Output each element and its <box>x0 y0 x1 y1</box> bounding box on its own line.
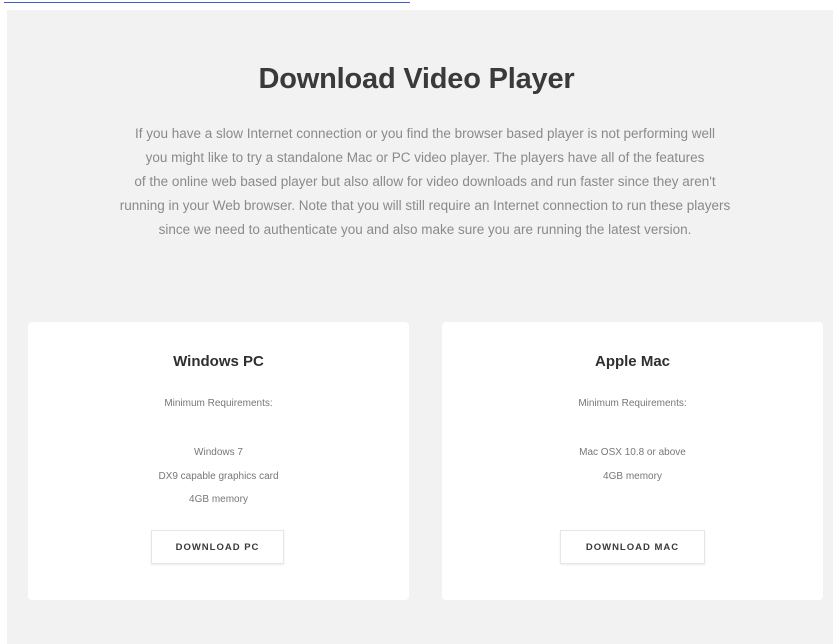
intro-line: of the online web based player but also … <box>134 174 716 189</box>
top-bar <box>0 0 833 10</box>
requirement-item: Mac OSX 10.8 or above <box>579 447 686 458</box>
download-pc-button[interactable]: DOWNLOAD PC <box>151 530 284 564</box>
requirement-item: Windows 7 <box>194 447 243 458</box>
card-title: Apple Mac <box>594 353 670 370</box>
windows-pc-card: Windows PC Minimum Requirements: Windows… <box>28 322 409 600</box>
intro-line: running in your Web browser. Note that y… <box>119 198 731 213</box>
intro-line: If you have a slow Internet connection o… <box>134 126 716 141</box>
requirement-item: 4GB memory <box>603 470 662 482</box>
requirements-list: Mac OSX 10.8 or above 4GB memory <box>442 441 823 488</box>
intro-line: you might like to try a standalone Mac o… <box>145 150 705 165</box>
requirement-item: DX9 capable graphics card <box>158 470 279 482</box>
page-title: Download Video Player <box>258 63 575 95</box>
requirements-list: Windows 7 DX9 capable graphics card 4GB … <box>28 441 409 512</box>
requirements-heading: Minimum Requirements: <box>164 398 273 409</box>
requirement-item: 4GB memory <box>189 494 248 505</box>
apple-mac-card: Apple Mac Minimum Requirements: Mac OSX … <box>442 322 823 600</box>
top-link[interactable] <box>4 0 410 3</box>
intro-text: If you have a slow Internet connection o… <box>55 122 795 242</box>
intro-line: since we need to authenticate you and al… <box>158 222 692 237</box>
card-title: Windows PC <box>173 353 264 370</box>
download-mac-button[interactable]: DOWNLOAD MAC <box>560 530 705 564</box>
requirements-heading: Minimum Requirements: <box>578 398 687 409</box>
